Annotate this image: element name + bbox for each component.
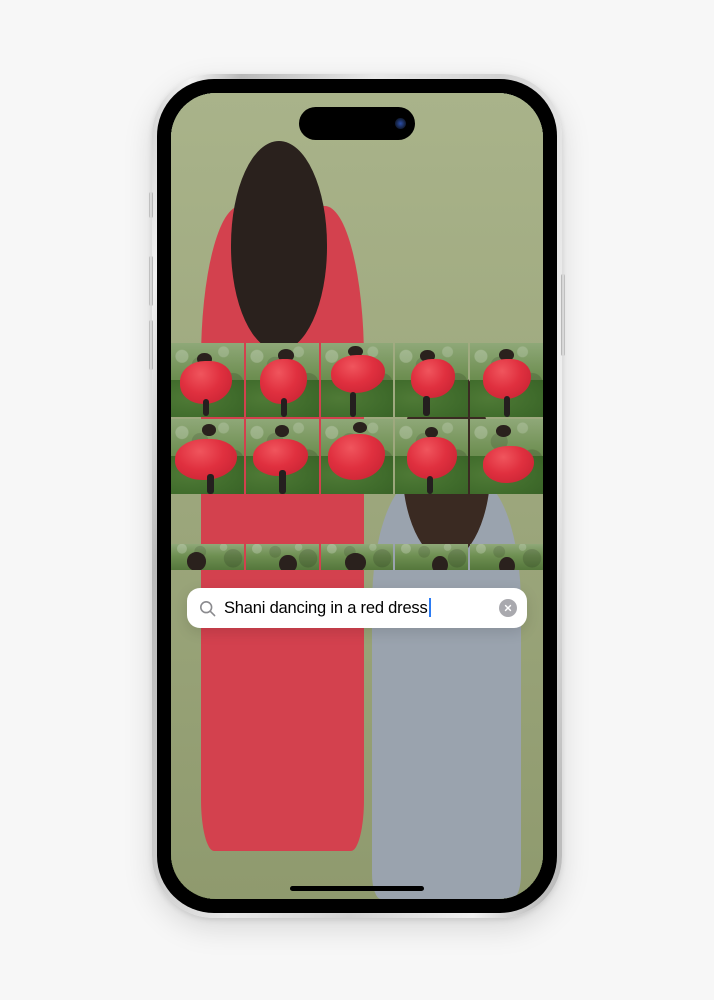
phone-screen: Done Search See All Trip to New Delhi [171, 93, 543, 899]
phone-bezel: Done Search See All Trip to New Delhi [157, 79, 557, 913]
photo-cell[interactable] [320, 419, 394, 494]
volume-up-button[interactable] [149, 256, 153, 306]
volume-down-button[interactable] [149, 320, 153, 370]
photo-cell[interactable] [470, 343, 543, 418]
photo-cell[interactable] [395, 543, 469, 570]
photo-cell[interactable] [245, 343, 319, 418]
photo-cell[interactable] [470, 419, 543, 494]
photo-cell[interactable] [171, 543, 244, 570]
text-caret [428, 598, 431, 617]
search-bar-container: Shani dancing in a red dress [171, 588, 543, 638]
search-input-value: Shani dancing in a red dress [224, 599, 428, 617]
photo-cell[interactable] [171, 343, 244, 418]
album-thumbnail [171, 93, 543, 899]
photo-cell[interactable] [245, 543, 319, 570]
photo-cell[interactable] [395, 343, 469, 418]
results-grid-partial [171, 543, 543, 570]
clear-circle-icon [504, 604, 512, 612]
mute-switch-button[interactable] [149, 192, 153, 218]
dynamic-island[interactable] [299, 107, 415, 140]
search-field[interactable]: Shani dancing in a red dress [187, 588, 527, 628]
power-button[interactable] [561, 274, 565, 356]
album-thumbnail-grid [171, 93, 543, 899]
photo-cell[interactable] [320, 343, 394, 418]
front-camera-icon [395, 118, 406, 129]
home-indicator[interactable] [290, 886, 424, 891]
search-input[interactable]: Shani dancing in a red dress [224, 598, 493, 618]
screenshot-stage: Done Search See All Trip to New Delhi [0, 0, 714, 1000]
album-thumbnail-strip [171, 93, 543, 899]
photo-cell[interactable] [245, 419, 319, 494]
photo-cell[interactable] [395, 419, 469, 494]
photo-cell[interactable] [320, 543, 394, 570]
search-icon [199, 600, 216, 616]
phone-device: Done Search See All Trip to New Delhi [149, 74, 565, 918]
photo-cell[interactable] [171, 419, 244, 494]
clear-search-button[interactable] [499, 599, 517, 617]
album-result-card[interactable]: Trip to New Delhi Album [171, 93, 543, 899]
photos-search-app: Done Search See All Trip to New Delhi [171, 93, 543, 899]
photo-cell[interactable] [470, 543, 543, 570]
